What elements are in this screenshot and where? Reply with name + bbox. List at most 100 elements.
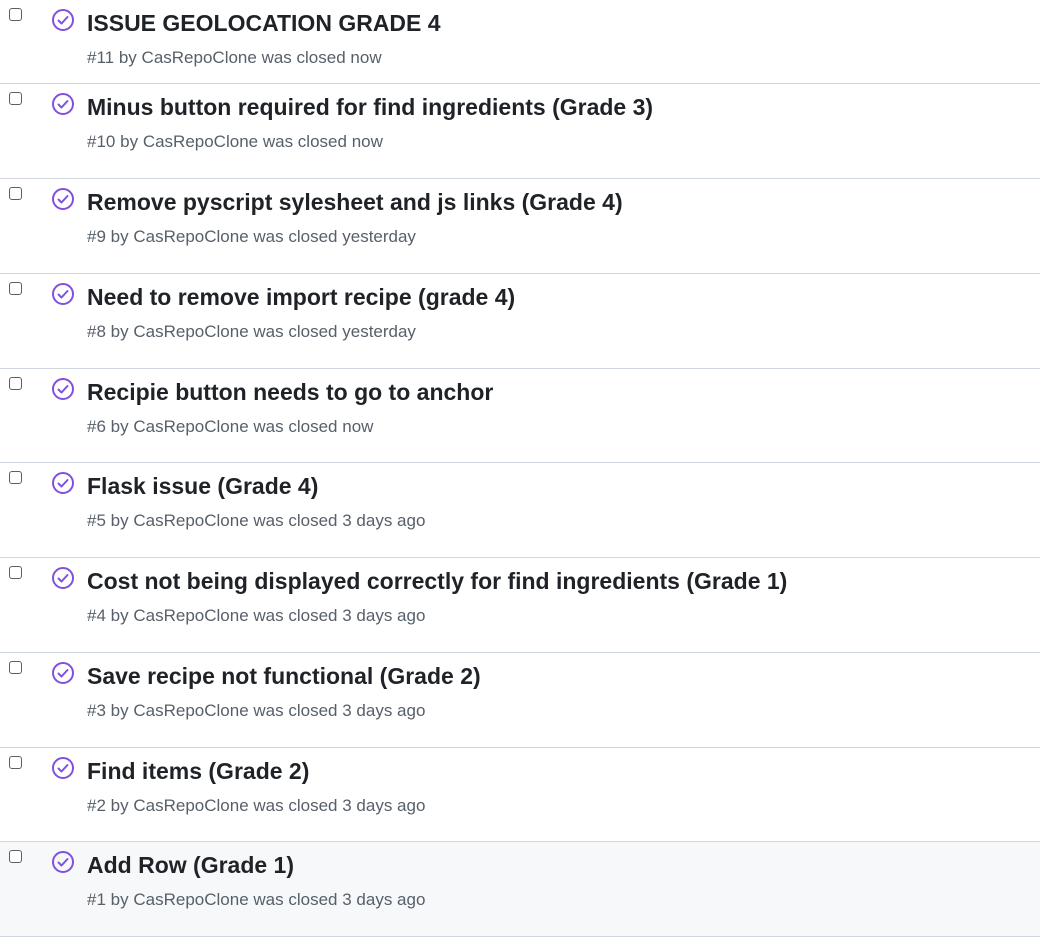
issue-author-link[interactable]: CasRepoClone xyxy=(142,48,257,67)
issue-title-link[interactable]: Minus button required for find ingredien… xyxy=(87,93,653,121)
issue-status-text: was closed xyxy=(253,701,338,720)
issue-closed-icon xyxy=(51,8,75,32)
issue-row[interactable]: Remove pyscript sylesheet and js links (… xyxy=(0,179,1040,274)
issue-closed-time: 3 days ago xyxy=(342,511,426,530)
issue-closed-time: 3 days ago xyxy=(342,701,426,720)
issue-closed-time: 3 days ago xyxy=(342,890,426,909)
issue-meta: #3 by CasRepoClone was closed 3 days ago xyxy=(87,700,425,722)
issue-number: #2 xyxy=(87,796,106,815)
issue-closed-icon xyxy=(51,661,75,685)
issue-status-text: was closed xyxy=(253,322,338,341)
issue-row[interactable]: Flask issue (Grade 4) #5 by CasRepoClone … xyxy=(0,463,1040,558)
issue-number: #8 xyxy=(87,322,106,341)
issue-row[interactable]: Save recipe not functional (Grade 2) #3 b… xyxy=(0,653,1040,748)
issue-closed-icon xyxy=(51,566,75,590)
issue-row[interactable]: ISSUE GEOLOCATION GRADE 4 #11 by CasRepoC… xyxy=(0,0,1040,84)
issue-row[interactable]: Add Row (Grade 1) #1 by CasRepoClone was … xyxy=(0,842,1040,937)
issue-author-link[interactable]: CasRepoClone xyxy=(143,132,258,151)
issue-select-checkbox[interactable] xyxy=(9,471,22,484)
issue-by-label: by xyxy=(118,48,137,67)
issue-number: #6 xyxy=(87,417,106,436)
issue-closed-time: yesterday xyxy=(342,322,416,341)
issue-title-link[interactable]: Add Row (Grade 1) xyxy=(87,851,294,879)
issue-author-link[interactable]: CasRepoClone xyxy=(133,606,248,625)
issue-closed-icon xyxy=(51,282,75,306)
issue-select-checkbox[interactable] xyxy=(9,661,22,674)
issue-meta: #6 by CasRepoClone was closed now xyxy=(87,416,373,438)
issue-author-link[interactable]: CasRepoClone xyxy=(133,417,248,436)
issue-title-link[interactable]: Remove pyscript sylesheet and js links (… xyxy=(87,188,623,216)
issue-author-link[interactable]: CasRepoClone xyxy=(133,227,248,246)
issue-by-label: by xyxy=(110,701,129,720)
issue-author-link[interactable]: CasRepoClone xyxy=(133,322,248,341)
issue-closed-icon xyxy=(51,187,75,211)
issue-meta: #5 by CasRepoClone was closed 3 days ago xyxy=(87,510,425,532)
issue-title-link[interactable]: ISSUE GEOLOCATION GRADE 4 xyxy=(87,9,441,37)
issue-status-text: was closed xyxy=(262,132,347,151)
issue-meta: #10 by CasRepoClone was closed now xyxy=(87,131,383,153)
issue-closed-time: 3 days ago xyxy=(342,796,426,815)
issue-by-label: by xyxy=(120,132,139,151)
issue-title-link[interactable]: Find items (Grade 2) xyxy=(87,757,309,785)
issue-select-checkbox[interactable] xyxy=(9,187,22,200)
issue-author-link[interactable]: CasRepoClone xyxy=(133,701,248,720)
issue-row[interactable]: Recipie button needs to go to anchor #6 b… xyxy=(0,369,1040,463)
issue-by-label: by xyxy=(110,417,129,436)
issue-author-link[interactable]: CasRepoClone xyxy=(133,890,248,909)
issue-closed-time: now xyxy=(342,417,374,436)
issue-by-label: by xyxy=(110,511,129,530)
issue-title-link[interactable]: Need to remove import recipe (grade 4) xyxy=(87,283,515,311)
issue-select-checkbox[interactable] xyxy=(9,756,22,769)
issue-meta: #9 by CasRepoClone was closed yesterday xyxy=(87,226,416,248)
issue-closed-time: now xyxy=(350,48,382,67)
issue-by-label: by xyxy=(110,606,129,625)
issue-status-text: was closed xyxy=(253,511,338,530)
issue-status-text: was closed xyxy=(253,606,338,625)
issue-row[interactable]: Minus button required for find ingredien… xyxy=(0,84,1040,179)
issue-select-checkbox[interactable] xyxy=(9,282,22,295)
issue-by-label: by xyxy=(110,890,129,909)
issue-number: #11 xyxy=(87,48,115,67)
issue-by-label: by xyxy=(110,796,129,815)
issue-title-link[interactable]: Cost not being displayed correctly for f… xyxy=(87,567,787,595)
issue-title-link[interactable]: Flask issue (Grade 4) xyxy=(87,472,318,500)
issue-author-link[interactable]: CasRepoClone xyxy=(133,511,248,530)
issue-title-link[interactable]: Save recipe not functional (Grade 2) xyxy=(87,662,481,690)
issue-closed-icon xyxy=(51,756,75,780)
issue-status-text: was closed xyxy=(253,890,338,909)
issue-number: #9 xyxy=(87,227,106,246)
issue-closed-icon xyxy=(51,471,75,495)
issue-closed-icon xyxy=(51,92,75,116)
issue-select-checkbox[interactable] xyxy=(9,566,22,579)
issue-row[interactable]: Find items (Grade 2) #2 by CasRepoClone w… xyxy=(0,748,1040,842)
issue-by-label: by xyxy=(110,322,129,341)
issue-meta: #11 by CasRepoClone was closed now xyxy=(87,47,382,69)
issue-select-checkbox[interactable] xyxy=(9,377,22,390)
issue-list: ISSUE GEOLOCATION GRADE 4 #11 by CasRepoC… xyxy=(0,0,1040,937)
issue-closed-icon xyxy=(51,377,75,401)
issue-closed-time: 3 days ago xyxy=(342,606,426,625)
issue-number: #4 xyxy=(87,606,106,625)
issue-by-label: by xyxy=(110,227,129,246)
issue-select-checkbox[interactable] xyxy=(9,92,22,105)
issue-status-text: was closed xyxy=(261,48,346,67)
issue-status-text: was closed xyxy=(253,796,338,815)
issue-row[interactable]: Need to remove import recipe (grade 4) #8… xyxy=(0,274,1040,369)
issue-number: #10 xyxy=(87,132,116,151)
issue-title-link[interactable]: Recipie button needs to go to anchor xyxy=(87,378,493,406)
issue-closed-icon xyxy=(51,850,75,874)
issue-number: #3 xyxy=(87,701,106,720)
issue-author-link[interactable]: CasRepoClone xyxy=(133,796,248,815)
issue-meta: #2 by CasRepoClone was closed 3 days ago xyxy=(87,795,425,817)
issue-meta: #1 by CasRepoClone was closed 3 days ago xyxy=(87,889,425,911)
issue-select-checkbox[interactable] xyxy=(9,850,22,863)
issue-status-text: was closed xyxy=(253,227,338,246)
issue-meta: #8 by CasRepoClone was closed yesterday xyxy=(87,321,416,343)
issue-number: #1 xyxy=(87,890,106,909)
issue-select-checkbox[interactable] xyxy=(9,8,22,21)
issue-number: #5 xyxy=(87,511,106,530)
issue-status-text: was closed xyxy=(253,417,338,436)
issue-closed-time: yesterday xyxy=(342,227,416,246)
issue-closed-time: now xyxy=(351,132,383,151)
issue-row[interactable]: Cost not being displayed correctly for f… xyxy=(0,558,1040,653)
